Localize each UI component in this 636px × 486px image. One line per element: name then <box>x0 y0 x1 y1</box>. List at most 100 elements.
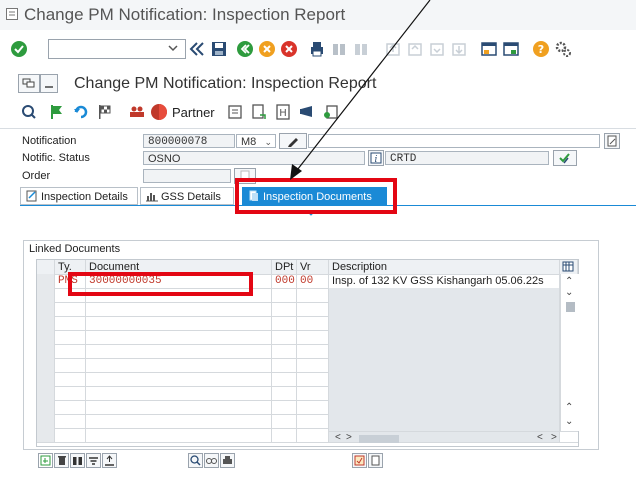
scroll-right-end-icon[interactable]: > <box>551 432 557 443</box>
row-selector[interactable] <box>37 400 55 414</box>
object-list-icon[interactable] <box>250 103 268 121</box>
display-document-icon[interactable] <box>188 453 203 468</box>
table-row-empty[interactable] <box>37 316 578 331</box>
find-binoculars-icon[interactable] <box>70 453 85 468</box>
order-document-icon[interactable] <box>234 168 256 184</box>
row-selector[interactable] <box>37 386 55 400</box>
shortcut-icon[interactable] <box>502 40 520 58</box>
table-cell-empty[interactable] <box>272 316 297 330</box>
row-selector[interactable] <box>37 372 55 386</box>
table-cell-empty[interactable] <box>272 330 297 344</box>
scroll-thumb[interactable] <box>566 302 575 312</box>
row-selector[interactable] <box>37 330 55 344</box>
scroll-down-icon[interactable]: ⌄ <box>565 287 573 298</box>
table-row-empty[interactable] <box>37 372 578 387</box>
table-cell-empty[interactable] <box>329 386 560 400</box>
column-settings-icon[interactable] <box>560 260 578 274</box>
table-cell-empty[interactable] <box>55 330 86 344</box>
table-cell-empty[interactable] <box>297 302 329 316</box>
order-field[interactable] <box>143 169 231 183</box>
table-cell-empty[interactable] <box>297 428 329 442</box>
cell-description[interactable]: Insp. of 132 KV GSS Kishangarh 05.06.22s <box>329 274 560 288</box>
undo-icon[interactable] <box>72 103 90 121</box>
tab-inspection-details[interactable]: Inspection Details <box>20 187 138 205</box>
cell-document[interactable]: 30000000035 <box>86 274 272 288</box>
new-session-icon[interactable] <box>480 40 498 58</box>
horizontal-scrollbar[interactable]: < > < > <box>329 431 578 446</box>
table-cell-empty[interactable] <box>55 428 86 442</box>
cell-type[interactable]: PMS <box>55 274 86 288</box>
table-cell-empty[interactable] <box>86 316 272 330</box>
table-cell-empty[interactable] <box>86 428 272 442</box>
table-cell-empty[interactable] <box>55 302 86 316</box>
column-header-document[interactable]: Document <box>86 260 272 274</box>
checkin-original-icon[interactable] <box>352 453 367 468</box>
menu-toggle-icon[interactable] <box>18 74 40 93</box>
sort-icon[interactable] <box>102 453 117 468</box>
table-cell-empty[interactable] <box>86 288 272 302</box>
table-cell-empty[interactable] <box>55 372 86 386</box>
table-cell-empty[interactable] <box>329 316 560 330</box>
row-selector[interactable] <box>37 288 55 302</box>
column-header-vr[interactable]: Vr <box>297 260 329 274</box>
scroll-up-icon[interactable]: ⌃ <box>565 276 573 287</box>
table-cell-empty[interactable] <box>297 288 329 302</box>
table-cell-empty[interactable] <box>86 302 272 316</box>
row-selector[interactable] <box>37 344 55 358</box>
notification-type-select[interactable]: M8 ⌄ <box>236 134 276 148</box>
table-cell-empty[interactable] <box>329 414 560 428</box>
table-cell-empty[interactable] <box>297 400 329 414</box>
table-cell-empty[interactable] <box>272 428 297 442</box>
table-cell-empty[interactable] <box>86 330 272 344</box>
table-cell-empty[interactable] <box>55 316 86 330</box>
menu-dropdown-icon[interactable] <box>40 74 58 93</box>
table-cell-empty[interactable] <box>297 358 329 372</box>
print-document-icon[interactable] <box>220 453 235 468</box>
row-selector[interactable] <box>37 274 55 288</box>
table-row-empty[interactable] <box>37 386 578 401</box>
table-cell-empty[interactable] <box>272 344 297 358</box>
table-cell-empty[interactable] <box>86 358 272 372</box>
exit-icon[interactable] <box>258 40 276 58</box>
enter-check-icon[interactable] <box>10 40 28 58</box>
scroll-left-end-icon[interactable]: < <box>537 432 543 443</box>
table-cell-empty[interactable] <box>297 344 329 358</box>
table-cell-empty[interactable] <box>272 414 297 428</box>
status-check-icon[interactable] <box>553 150 577 166</box>
tab-gss-details[interactable]: GSS Details <box>140 187 234 205</box>
table-cell-empty[interactable] <box>297 330 329 344</box>
table-cell-empty[interactable] <box>86 414 272 428</box>
collapse-icon[interactable] <box>188 40 206 58</box>
table-cell-empty[interactable] <box>272 372 297 386</box>
table-row[interactable]: PMS 30000000035 000 00 Insp. of 132 KV G… <box>37 274 578 289</box>
row-selector[interactable] <box>37 414 55 428</box>
help-icon[interactable]: ? <box>532 40 550 58</box>
command-dropdown-icon[interactable] <box>166 41 180 55</box>
cell-vr[interactable]: 00 <box>297 274 329 288</box>
back-icon[interactable] <box>236 40 254 58</box>
table-cell-empty[interactable] <box>329 372 560 386</box>
table-row-empty[interactable] <box>37 414 578 429</box>
table-cell-empty[interactable] <box>55 358 86 372</box>
scroll-down-bottom-icon[interactable]: ⌄ <box>565 416 573 427</box>
change-document-icon[interactable] <box>204 453 219 468</box>
table-cell-empty[interactable] <box>272 400 297 414</box>
customize-gear-icon[interactable] <box>554 40 572 58</box>
table-cell-empty[interactable] <box>55 288 86 302</box>
window-menu-icon[interactable] <box>6 8 18 20</box>
table-cell-empty[interactable] <box>329 288 560 302</box>
filter-icon[interactable] <box>86 453 101 468</box>
table-cell-empty[interactable] <box>272 288 297 302</box>
row-selector[interactable] <box>37 428 55 442</box>
table-cell-empty[interactable] <box>297 316 329 330</box>
column-header-type[interactable]: Ty. <box>55 260 86 274</box>
table-row-empty[interactable] <box>37 288 578 303</box>
cell-dpt[interactable]: 000 <box>272 274 297 288</box>
table-cell-empty[interactable] <box>86 400 272 414</box>
row-selector[interactable] <box>37 358 55 372</box>
table-cell-empty[interactable] <box>86 372 272 386</box>
table-cell-empty[interactable] <box>55 414 86 428</box>
table-cell-empty[interactable] <box>297 386 329 400</box>
table-cell-empty[interactable] <box>55 344 86 358</box>
vertical-scrollbar[interactable]: ⌃ ⌄ ⌃ ⌄ <box>560 274 579 431</box>
